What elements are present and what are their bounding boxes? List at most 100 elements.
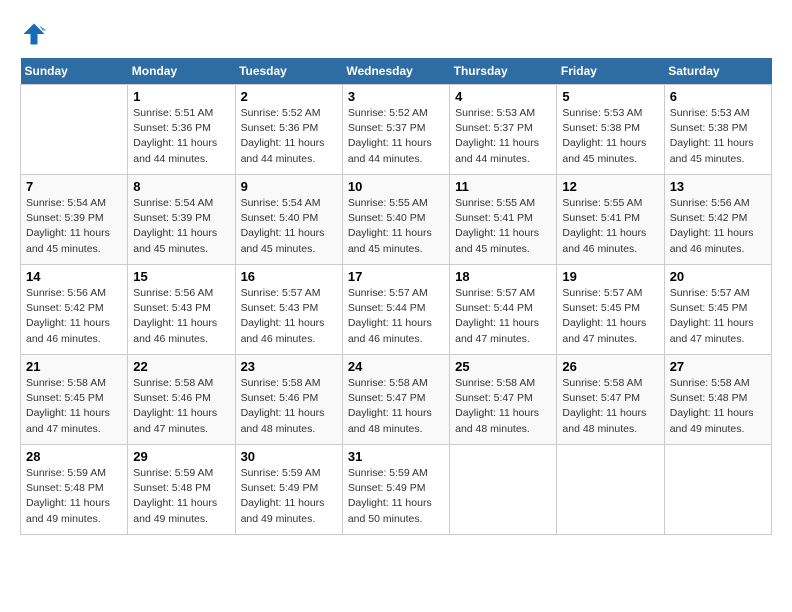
day-number: 14 xyxy=(26,269,122,284)
logo xyxy=(20,20,52,48)
day-info: Sunrise: 5:58 AM Sunset: 5:46 PM Dayligh… xyxy=(241,376,337,437)
calendar-cell: 23Sunrise: 5:58 AM Sunset: 5:46 PM Dayli… xyxy=(235,355,342,445)
calendar-cell: 21Sunrise: 5:58 AM Sunset: 5:45 PM Dayli… xyxy=(21,355,128,445)
day-info: Sunrise: 5:54 AM Sunset: 5:39 PM Dayligh… xyxy=(26,196,122,257)
calendar-cell: 8 Sunrise: 5:54 AM Sunset: 5:39 PM Daylig… xyxy=(128,175,235,265)
day-info: Sunrise: 5:53 AM Sunset: 5:37 PM Dayligh… xyxy=(455,106,551,167)
calendar-cell: 1Sunrise: 5:51 AM Sunset: 5:36 PM Daylig… xyxy=(128,85,235,175)
calendar-cell: 31 Sunrise: 5:59 AM Sunset: 5:49 PM Dayli… xyxy=(342,445,449,535)
calendar-cell: 7 Sunrise: 5:54 AM Sunset: 5:39 PM Daylig… xyxy=(21,175,128,265)
calendar-cell: 16 Sunrise: 5:57 AM Sunset: 5:43 PM Dayli… xyxy=(235,265,342,355)
column-header-monday: Monday xyxy=(128,58,235,85)
calendar-week-row: 7 Sunrise: 5:54 AM Sunset: 5:39 PM Daylig… xyxy=(21,175,772,265)
calendar-week-row: 21Sunrise: 5:58 AM Sunset: 5:45 PM Dayli… xyxy=(21,355,772,445)
day-number: 5 xyxy=(562,89,658,104)
day-number: 15 xyxy=(133,269,229,284)
day-info: Sunrise: 5:59 AM Sunset: 5:49 PM Dayligh… xyxy=(241,466,337,527)
day-info: Sunrise: 5:55 AM Sunset: 5:40 PM Dayligh… xyxy=(348,196,444,257)
calendar-cell: 12 Sunrise: 5:55 AM Sunset: 5:41 PM Dayli… xyxy=(557,175,664,265)
calendar-cell: 15Sunrise: 5:56 AM Sunset: 5:43 PM Dayli… xyxy=(128,265,235,355)
day-info: Sunrise: 5:57 AM Sunset: 5:44 PM Dayligh… xyxy=(455,286,551,347)
day-number: 8 xyxy=(133,179,229,194)
calendar-cell: 18 Sunrise: 5:57 AM Sunset: 5:44 PM Dayli… xyxy=(450,265,557,355)
calendar-cell: 11 Sunrise: 5:55 AM Sunset: 5:41 PM Dayli… xyxy=(450,175,557,265)
day-info: Sunrise: 5:54 AM Sunset: 5:40 PM Dayligh… xyxy=(241,196,337,257)
calendar-cell xyxy=(450,445,557,535)
day-info: Sunrise: 5:58 AM Sunset: 5:45 PM Dayligh… xyxy=(26,376,122,437)
day-info: Sunrise: 5:58 AM Sunset: 5:48 PM Dayligh… xyxy=(670,376,766,437)
day-info: Sunrise: 5:57 AM Sunset: 5:43 PM Dayligh… xyxy=(241,286,337,347)
day-number: 26 xyxy=(562,359,658,374)
day-number: 20 xyxy=(670,269,766,284)
calendar-cell: 24 Sunrise: 5:58 AM Sunset: 5:47 PM Dayli… xyxy=(342,355,449,445)
day-info: Sunrise: 5:59 AM Sunset: 5:48 PM Dayligh… xyxy=(133,466,229,527)
day-number: 10 xyxy=(348,179,444,194)
day-number: 28 xyxy=(26,449,122,464)
day-info: Sunrise: 5:54 AM Sunset: 5:39 PM Dayligh… xyxy=(133,196,229,257)
column-header-thursday: Thursday xyxy=(450,58,557,85)
day-number: 18 xyxy=(455,269,551,284)
calendar-header-row: SundayMondayTuesdayWednesdayThursdayFrid… xyxy=(21,58,772,85)
day-info: Sunrise: 5:57 AM Sunset: 5:45 PM Dayligh… xyxy=(670,286,766,347)
column-header-friday: Friday xyxy=(557,58,664,85)
calendar-week-row: 28 Sunrise: 5:59 AM Sunset: 5:48 PM Dayli… xyxy=(21,445,772,535)
day-number: 4 xyxy=(455,89,551,104)
day-info: Sunrise: 5:57 AM Sunset: 5:44 PM Dayligh… xyxy=(348,286,444,347)
column-header-saturday: Saturday xyxy=(664,58,771,85)
calendar-cell xyxy=(557,445,664,535)
day-number: 6 xyxy=(670,89,766,104)
calendar-cell: 25 Sunrise: 5:58 AM Sunset: 5:47 PM Dayli… xyxy=(450,355,557,445)
day-info: Sunrise: 5:53 AM Sunset: 5:38 PM Dayligh… xyxy=(562,106,658,167)
column-header-wednesday: Wednesday xyxy=(342,58,449,85)
calendar-cell: 26Sunrise: 5:58 AM Sunset: 5:47 PM Dayli… xyxy=(557,355,664,445)
calendar-cell: 4 Sunrise: 5:53 AM Sunset: 5:37 PM Daylig… xyxy=(450,85,557,175)
day-number: 13 xyxy=(670,179,766,194)
day-number: 24 xyxy=(348,359,444,374)
day-number: 16 xyxy=(241,269,337,284)
calendar-cell: 30 Sunrise: 5:59 AM Sunset: 5:49 PM Dayli… xyxy=(235,445,342,535)
calendar-cell: 19Sunrise: 5:57 AM Sunset: 5:45 PM Dayli… xyxy=(557,265,664,355)
calendar-cell: 9 Sunrise: 5:54 AM Sunset: 5:40 PM Daylig… xyxy=(235,175,342,265)
day-info: Sunrise: 5:56 AM Sunset: 5:42 PM Dayligh… xyxy=(26,286,122,347)
column-header-tuesday: Tuesday xyxy=(235,58,342,85)
day-info: Sunrise: 5:56 AM Sunset: 5:42 PM Dayligh… xyxy=(670,196,766,257)
calendar-cell: 10 Sunrise: 5:55 AM Sunset: 5:40 PM Dayli… xyxy=(342,175,449,265)
day-info: Sunrise: 5:58 AM Sunset: 5:47 PM Dayligh… xyxy=(348,376,444,437)
calendar-cell: 22Sunrise: 5:58 AM Sunset: 5:46 PM Dayli… xyxy=(128,355,235,445)
calendar-cell: 2 Sunrise: 5:52 AM Sunset: 5:36 PM Daylig… xyxy=(235,85,342,175)
calendar-week-row: 14 Sunrise: 5:56 AM Sunset: 5:42 PM Dayli… xyxy=(21,265,772,355)
page-header xyxy=(20,20,772,48)
day-info: Sunrise: 5:55 AM Sunset: 5:41 PM Dayligh… xyxy=(562,196,658,257)
day-number: 12 xyxy=(562,179,658,194)
day-info: Sunrise: 5:55 AM Sunset: 5:41 PM Dayligh… xyxy=(455,196,551,257)
day-number: 31 xyxy=(348,449,444,464)
day-info: Sunrise: 5:53 AM Sunset: 5:38 PM Dayligh… xyxy=(670,106,766,167)
calendar-cell: 6 Sunrise: 5:53 AM Sunset: 5:38 PM Daylig… xyxy=(664,85,771,175)
calendar-cell xyxy=(664,445,771,535)
day-info: Sunrise: 5:59 AM Sunset: 5:48 PM Dayligh… xyxy=(26,466,122,527)
day-info: Sunrise: 5:52 AM Sunset: 5:36 PM Dayligh… xyxy=(241,106,337,167)
day-number: 19 xyxy=(562,269,658,284)
calendar-cell: 5 Sunrise: 5:53 AM Sunset: 5:38 PM Daylig… xyxy=(557,85,664,175)
calendar-cell: 3Sunrise: 5:52 AM Sunset: 5:37 PM Daylig… xyxy=(342,85,449,175)
day-info: Sunrise: 5:58 AM Sunset: 5:47 PM Dayligh… xyxy=(455,376,551,437)
calendar-cell: 14 Sunrise: 5:56 AM Sunset: 5:42 PM Dayli… xyxy=(21,265,128,355)
calendar-cell: 28 Sunrise: 5:59 AM Sunset: 5:48 PM Dayli… xyxy=(21,445,128,535)
day-number: 11 xyxy=(455,179,551,194)
day-number: 27 xyxy=(670,359,766,374)
day-number: 30 xyxy=(241,449,337,464)
calendar-cell: 20 Sunrise: 5:57 AM Sunset: 5:45 PM Dayli… xyxy=(664,265,771,355)
calendar-week-row: 1Sunrise: 5:51 AM Sunset: 5:36 PM Daylig… xyxy=(21,85,772,175)
calendar-cell: 27 Sunrise: 5:58 AM Sunset: 5:48 PM Dayli… xyxy=(664,355,771,445)
day-number: 22 xyxy=(133,359,229,374)
day-number: 2 xyxy=(241,89,337,104)
calendar-cell: 17Sunrise: 5:57 AM Sunset: 5:44 PM Dayli… xyxy=(342,265,449,355)
day-info: Sunrise: 5:59 AM Sunset: 5:49 PM Dayligh… xyxy=(348,466,444,527)
day-number: 7 xyxy=(26,179,122,194)
calendar-cell: 29Sunrise: 5:59 AM Sunset: 5:48 PM Dayli… xyxy=(128,445,235,535)
day-info: Sunrise: 5:51 AM Sunset: 5:36 PM Dayligh… xyxy=(133,106,229,167)
day-number: 25 xyxy=(455,359,551,374)
day-info: Sunrise: 5:52 AM Sunset: 5:37 PM Dayligh… xyxy=(348,106,444,167)
day-number: 9 xyxy=(241,179,337,194)
column-header-sunday: Sunday xyxy=(21,58,128,85)
